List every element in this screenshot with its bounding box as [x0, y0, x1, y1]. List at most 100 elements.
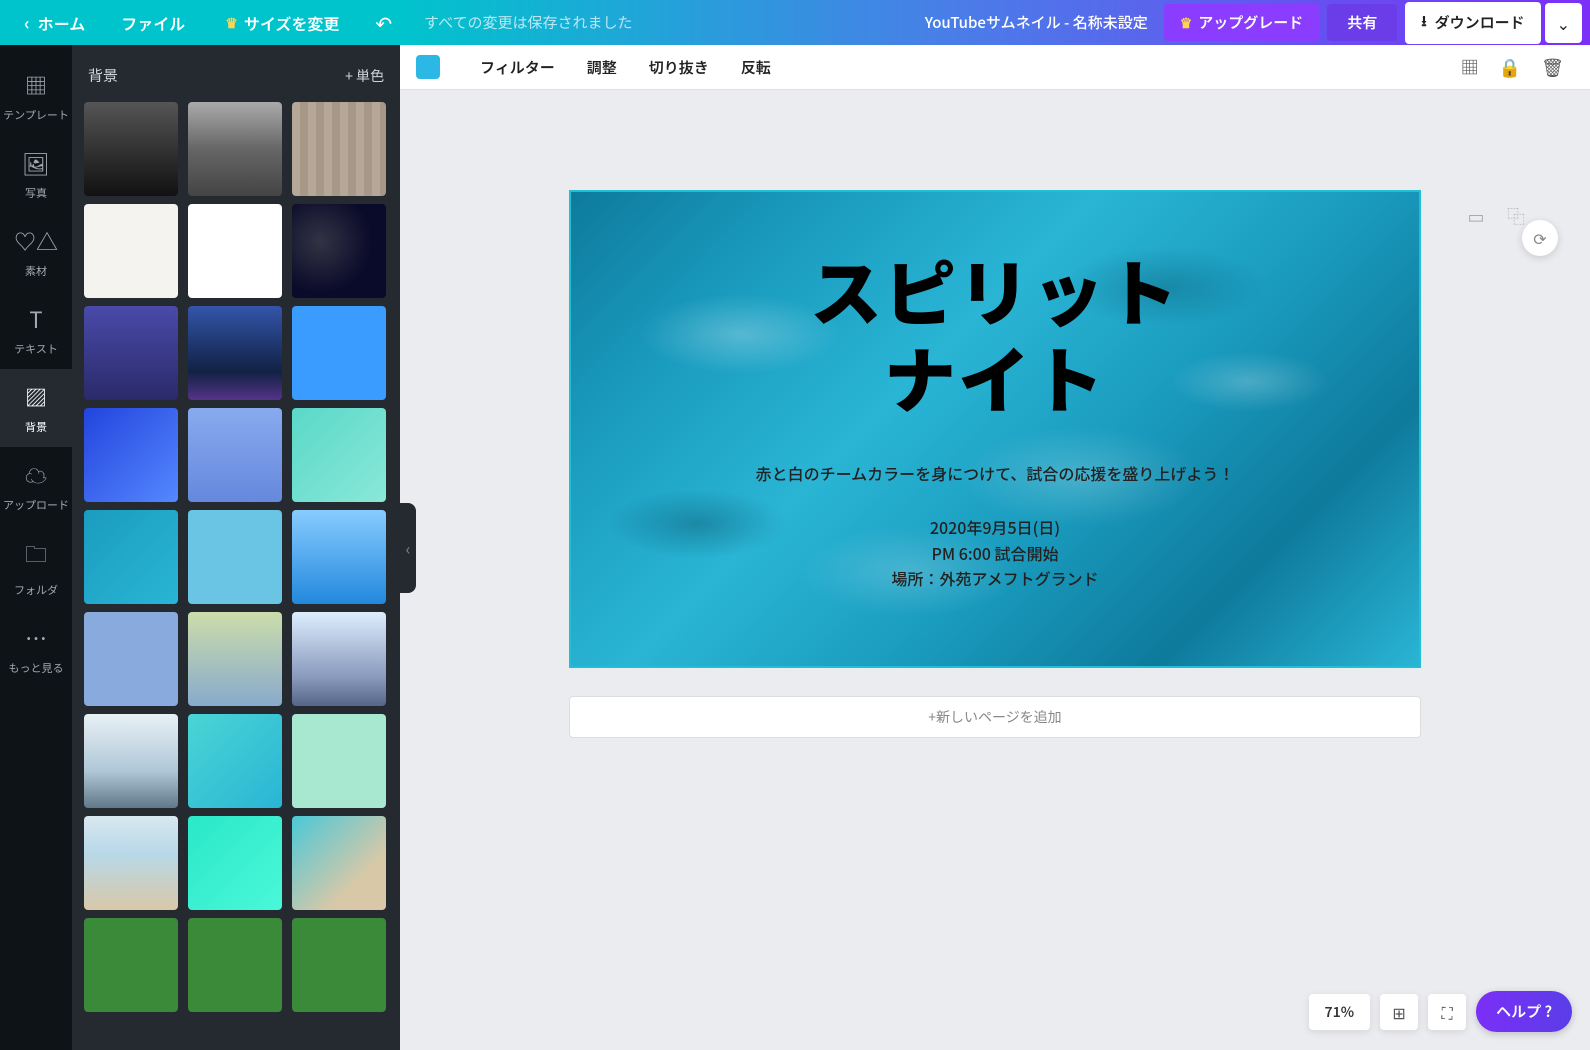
zoom-display[interactable]: 71%	[1309, 994, 1371, 1030]
canvas-subtitle[interactable]: 赤と白のチームカラーを身につけて、試合の応援を盛り上げよう！	[756, 461, 1235, 485]
bg-thumb[interactable]	[84, 102, 178, 196]
rail-label: 背景	[25, 419, 47, 435]
download-dropdown[interactable]: ⌄	[1545, 3, 1582, 43]
color-swatch[interactable]	[416, 55, 440, 79]
bg-thumb[interactable]	[188, 816, 282, 910]
download-icon: ⭳	[1421, 10, 1426, 36]
background-icon: ▨	[25, 381, 47, 413]
bg-thumb[interactable]	[188, 102, 282, 196]
rail-background[interactable]: ▨ 背景	[0, 369, 72, 447]
bg-thumb[interactable]	[84, 306, 178, 400]
bg-thumb[interactable]	[292, 204, 386, 298]
top-header: ‹ ホーム ファイル ♛ サイズを変更 ↶ すべての変更は保存されました You…	[0, 0, 1590, 45]
rail-label: 素材	[25, 263, 47, 279]
bg-thumb[interactable]	[188, 714, 282, 808]
undo-button[interactable]: ↶	[359, 8, 408, 37]
rail-label: フォルダ	[14, 582, 58, 598]
bg-thumb[interactable]	[292, 408, 386, 502]
folders-icon: 🗀	[25, 537, 47, 576]
bg-thumb[interactable]	[84, 918, 178, 1012]
save-status: すべての変更は保存されました	[408, 12, 648, 33]
panel-title: 背景	[88, 65, 118, 86]
side-panel: 背景 + 単色	[72, 45, 400, 1050]
bg-thumb[interactable]	[84, 816, 178, 910]
rail-label: アップロード	[3, 497, 69, 513]
collapse-panel-button[interactable]: ‹	[400, 503, 416, 593]
canvas-container[interactable]: ▭ ⿻ ⟳ スピリット ナイト 赤と白のチームカラーを身につけて、試合の応援を盛…	[400, 90, 1590, 1050]
title-line1: スピリット	[810, 246, 1180, 332]
rail-folders[interactable]: 🗀 フォルダ	[0, 525, 72, 610]
transparency-icon[interactable]: ▦	[1451, 54, 1489, 80]
add-page-button[interactable]: +新しいページを追加	[569, 696, 1421, 738]
bg-thumb[interactable]	[292, 510, 386, 604]
bg-thumb[interactable]	[188, 306, 282, 400]
detail-line: PM 6:00 試合開始	[891, 541, 1098, 567]
home-button[interactable]: ‹ ホーム	[8, 10, 101, 36]
bg-thumb[interactable]	[188, 204, 282, 298]
more-icon: ⋯	[25, 622, 47, 654]
rail-label: 写真	[25, 185, 47, 201]
left-rail: ▦ テンプレート 🖼 写真 ♡△ 素材 T テキスト ▨ 背景 ☁ アップロード…	[0, 45, 72, 1050]
rail-templates[interactable]: ▦ テンプレート	[0, 57, 72, 135]
uploads-icon: ☁	[25, 459, 47, 491]
single-color-button[interactable]: + 単色	[345, 66, 384, 86]
text-icon: T	[29, 303, 42, 335]
crown-icon: ♛	[225, 13, 238, 33]
bg-thumb[interactable]	[84, 204, 178, 298]
flip-button[interactable]: 反転	[725, 57, 787, 78]
bg-thumb[interactable]	[292, 102, 386, 196]
bg-thumb[interactable]	[188, 918, 282, 1012]
bg-thumb[interactable]	[292, 612, 386, 706]
bg-thumb[interactable]	[84, 408, 178, 502]
bg-thumb[interactable]	[84, 510, 178, 604]
bg-thumb[interactable]	[292, 816, 386, 910]
resize-button[interactable]: ♛ サイズを変更	[205, 11, 359, 35]
bg-thumb[interactable]	[292, 714, 386, 808]
upgrade-label: アップグレード	[1198, 12, 1303, 33]
bg-thumb[interactable]	[188, 612, 282, 706]
crown-icon: ♛	[1180, 13, 1193, 33]
upgrade-button[interactable]: ♛ アップグレード	[1164, 4, 1320, 41]
rail-text[interactable]: T テキスト	[0, 291, 72, 369]
rail-elements[interactable]: ♡△ 素材	[0, 213, 72, 291]
share-button[interactable]: 共有	[1327, 4, 1397, 41]
filter-button[interactable]: フィルター	[464, 57, 571, 78]
editor-toolbar: フィルター 調整 切り抜き 反転 ▦ 🔒 🗑	[400, 45, 1590, 90]
rail-more[interactable]: ⋯ もっと見る	[0, 610, 72, 688]
grid-view-icon[interactable]: ⊞	[1380, 994, 1418, 1030]
bottom-bar: 71% ⊞ ⛶ ヘルプ ?	[1309, 991, 1573, 1032]
canvas-title[interactable]: スピリット ナイト	[810, 246, 1180, 419]
bg-thumb[interactable]	[188, 408, 282, 502]
download-button[interactable]: ⭳ ダウンロード	[1405, 2, 1540, 44]
bg-thumb[interactable]	[292, 306, 386, 400]
crop-button[interactable]: 切り抜き	[633, 57, 725, 78]
templates-icon: ▦	[25, 69, 47, 101]
notes-icon[interactable]: ▭	[1462, 202, 1490, 230]
editor-area: フィルター 調整 切り抜き 反転 ▦ 🔒 🗑 ▭ ⿻ ⟳ スピリット ナイト 赤…	[400, 45, 1590, 1050]
fullscreen-icon[interactable]: ⛶	[1428, 994, 1466, 1030]
rail-photos[interactable]: 🖼 写真	[0, 135, 72, 213]
rail-uploads[interactable]: ☁ アップロード	[0, 447, 72, 525]
chevron-left-icon: ‹	[24, 10, 30, 36]
bg-thumb[interactable]	[84, 612, 178, 706]
file-button[interactable]: ファイル	[101, 11, 205, 35]
help-button[interactable]: ヘルプ ?	[1476, 991, 1572, 1032]
bg-thumb[interactable]	[84, 714, 178, 808]
detail-line: 場所：外苑アメフトグランド	[891, 566, 1098, 592]
sync-button[interactable]: ⟳	[1522, 220, 1558, 256]
rail-label: もっと見る	[9, 660, 64, 676]
document-title[interactable]: YouTubeサムネイル - 名称未設定	[925, 12, 1148, 33]
canvas-details[interactable]: 2020年9月5日(日) PM 6:00 試合開始 場所：外苑アメフトグランド	[891, 515, 1098, 592]
adjust-button[interactable]: 調整	[571, 57, 633, 78]
bg-thumb[interactable]	[188, 510, 282, 604]
photos-icon: 🖼	[22, 147, 50, 179]
rail-label: テキスト	[14, 341, 58, 357]
lock-icon[interactable]: 🔒	[1489, 54, 1531, 80]
bg-thumb[interactable]	[292, 918, 386, 1012]
delete-icon[interactable]: 🗑	[1531, 54, 1574, 80]
background-grid	[84, 102, 388, 1012]
detail-line: 2020年9月5日(日)	[891, 515, 1098, 541]
rail-label: テンプレート	[3, 107, 69, 123]
elements-icon: ♡△	[14, 225, 58, 257]
canvas-page[interactable]: スピリット ナイト 赤と白のチームカラーを身につけて、試合の応援を盛り上げよう！…	[569, 190, 1421, 668]
